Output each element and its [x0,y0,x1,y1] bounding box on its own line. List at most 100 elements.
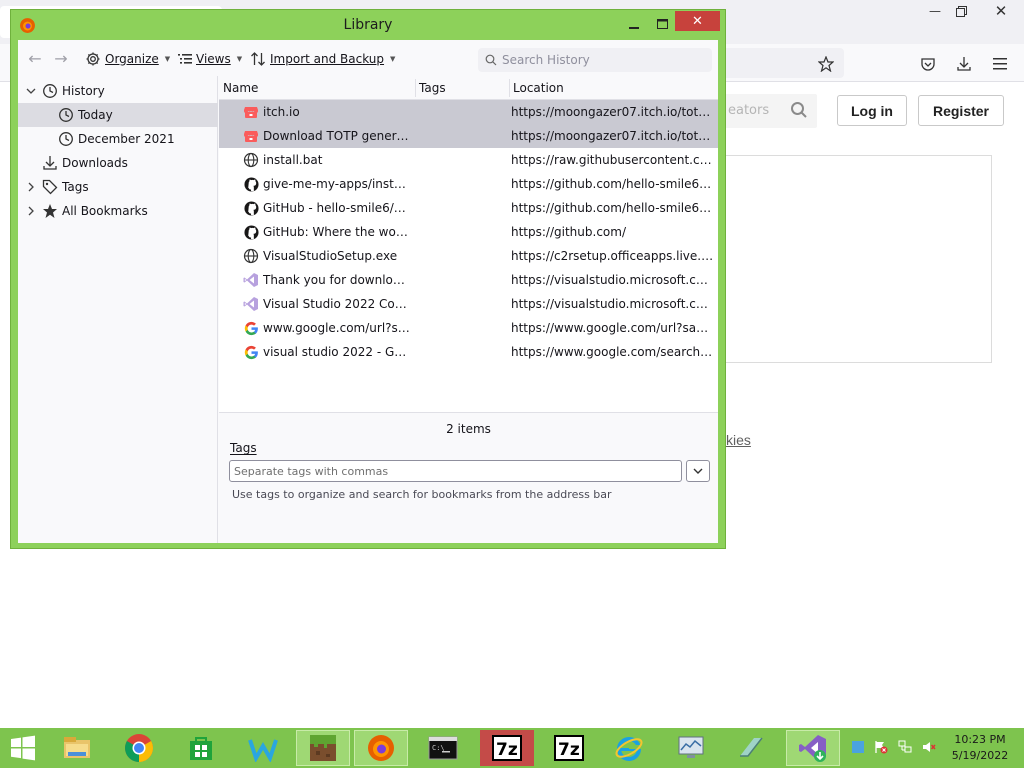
taskbar-7zip[interactable]: 7z [542,730,596,766]
chevron-right-icon[interactable] [26,206,36,216]
taskbar-app-2[interactable] [724,730,778,766]
import-export-arrows-icon [251,52,265,66]
chevron-down-icon[interactable] [26,86,36,96]
system-clock[interactable]: 10:23 PM 5/19/2022 [944,732,1016,764]
table-row[interactable]: Download TOTP generato... https://moonga… [219,124,718,148]
network-icon[interactable] [898,740,912,754]
table-row[interactable]: visual studio 2022 - Googl... https://ww… [219,340,718,364]
tags-dropdown-button[interactable] [686,460,710,482]
table-row[interactable]: give-me-my-apps/install.... https://gith… [219,172,718,196]
row-location: https://c2rsetup.officeapps.live.com/... [511,249,715,263]
import-backup-menu-button[interactable]: Import and Backup ▼ [250,50,395,68]
globe-icon [243,152,259,168]
sidebar-item-today[interactable]: Today [18,103,218,127]
table-row[interactable]: install.bat https://raw.githubuserconten… [219,148,718,172]
table-row[interactable]: GitHub - hello-smile6/giv... https://git… [219,196,718,220]
library-titlebar[interactable]: Library ✕ [11,10,725,40]
row-name: GitHub - hello-smile6/giv... [263,201,411,215]
sidebar-item-tags[interactable]: Tags [18,175,218,199]
volume-muted-icon[interactable] [922,740,936,754]
library-client-area: ← → Organize ▼ Views ▼ Import and Backup… [18,40,718,543]
forward-arrow-icon[interactable]: → [51,49,71,68]
taskbar-app[interactable] [236,730,290,766]
sidebar-item-label: Downloads [62,156,128,170]
maximize-icon [656,19,668,29]
sidebar-item-label: Today [78,108,113,122]
taskbar-7zip-active[interactable]: 7z [480,730,534,766]
back-arrow-icon[interactable]: ← [25,49,45,68]
github-icon [243,176,259,192]
tags-hint-text: Use tags to organize and search for book… [232,488,612,501]
action-center-flag-icon[interactable] [874,740,888,754]
taskbar-file-explorer[interactable] [50,730,104,766]
table-row[interactable]: Thank you for downloadin... https://visu… [219,268,718,292]
cookies-link[interactable]: kies [726,432,751,448]
taskbar-visual-studio-installer[interactable] [786,730,840,766]
pocket-icon[interactable] [916,52,940,76]
taskbar-internet-explorer[interactable] [602,730,656,766]
column-header-tags[interactable]: Tags [415,76,509,100]
search-history-input[interactable] [502,51,706,69]
site-search-input[interactable]: eators [722,94,817,128]
views-label: Views [196,52,231,66]
tray-app-icon[interactable] [851,740,865,754]
sidebar-item-all-bookmarks[interactable]: All Bookmarks [18,199,218,223]
sidebar-item-downloads[interactable]: Downloads [18,151,218,175]
browser-close-button[interactable]: ✕ [978,0,1024,22]
row-location: https://moongazer07.itch.io/totp-ge... [511,129,715,143]
login-button[interactable]: Log in [837,95,907,126]
history-list-pane: Name Tags Location itch.io https://moong… [219,76,718,543]
file-explorer-icon [64,737,90,758]
chevron-down-icon: ▼ [390,55,396,63]
chevron-right-icon[interactable] [26,182,36,192]
start-button[interactable] [0,730,46,766]
sidebar-item-history[interactable]: History [18,79,218,103]
sidebar-item-december-2021[interactable]: December 2021 [18,127,218,151]
chrome-icon [125,734,153,762]
table-row[interactable]: GitHub: Where the world ... https://gith… [219,220,718,244]
library-close-button[interactable]: ✕ [675,11,720,31]
row-name: Thank you for downloadin... [263,273,411,287]
7zip-icon: 7z [492,735,522,761]
table-row[interactable]: Visual Studio 2022 Comm... https://visua… [219,292,718,316]
taskbar-store[interactable] [174,730,228,766]
clock-time: 10:23 PM [954,733,1006,746]
chevron-down-icon: ▼ [236,55,243,63]
search-icon [791,102,807,118]
list-view-icon [178,54,192,64]
row-name: Download TOTP generato... [263,129,411,143]
library-minimize-button[interactable] [622,15,646,33]
taskbar-firefox[interactable] [354,730,408,766]
sidebar-item-label: December 2021 [78,132,175,146]
globe-icon [243,248,259,264]
itchio-icon [243,104,259,120]
bookmark-star-icon[interactable] [814,52,838,76]
google-icon [243,344,259,360]
download-arrow-icon [42,155,58,171]
taskbar-minecraft[interactable] [296,730,350,766]
views-menu-button[interactable]: Views ▼ [178,50,242,68]
table-row[interactable]: VisualStudioSetup.exe https://c2rsetup.o… [219,244,718,268]
search-history-field[interactable] [478,48,712,72]
search-icon [485,54,497,66]
table-row[interactable]: www.google.com/url?sa=... https://www.go… [219,316,718,340]
column-header-location[interactable]: Location [509,76,718,100]
monitor-icon [678,736,704,758]
table-row[interactable]: itch.io https://moongazer07.itch.io/totp… [219,100,718,124]
organize-menu-button[interactable]: Organize ▼ [85,50,170,68]
details-pane: 2 items Tags Use tags to organize and se… [219,412,718,543]
register-button[interactable]: Register [918,95,1004,126]
itchio-icon [243,128,259,144]
downloads-icon[interactable] [952,52,976,76]
sidebar-item-label: History [62,84,105,98]
taskbar-chrome[interactable] [112,730,166,766]
visual-studio-installer-icon [799,735,826,762]
row-location: https://moongazer07.itch.io/totp-ge... [511,105,715,119]
hamburger-menu-icon[interactable] [988,52,1012,76]
library-maximize-button[interactable] [650,15,674,33]
tags-input[interactable] [229,460,682,482]
taskbar-monitor[interactable] [664,730,718,766]
column-header-name[interactable]: Name [219,76,415,100]
clock-icon [58,107,74,123]
taskbar-cmd[interactable]: C:\ [416,730,470,766]
